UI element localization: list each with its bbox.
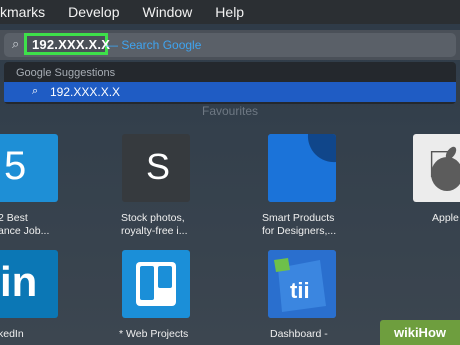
caption-line: Dashboard - [270,328,328,340]
smart-products-logo [268,134,336,202]
menu-develop[interactable]: Develop [68,4,119,20]
linkedin-icon: in [0,258,38,305]
search-icon: ⌕ [32,85,39,97]
tile-glyph: S [146,146,171,187]
favourite-tile-7[interactable]: tii [268,250,336,318]
caption-line: 2 Best [0,212,28,224]
search-icon: ⌕ [12,36,20,51]
toolbar: ⌕ 192.XXX.X.X — Search Google [0,30,460,60]
suggestions-dropdown: Google Suggestions ⌕ 192.XXX.X.X [4,62,456,104]
favourite-tile-1[interactable]: 5 [0,134,58,202]
svg-text:tii: tii [290,278,310,303]
menu-bar: kmarks Develop Window Help [0,0,460,24]
suggestions-header: Google Suggestions [16,67,116,79]
tile-glyph: 5 [4,144,27,188]
caption-line: kedIn [0,328,24,340]
favourite-tile-2[interactable]: S [122,134,190,202]
wikihow-watermark: wikiHow [380,320,460,345]
caption-line: * Web Projects [119,328,189,340]
suggestion-label: 192.XXX.X.X [50,85,121,99]
tile-caption: Smart Products for Designers,... [262,212,336,238]
menu-window[interactable]: Window [143,4,193,20]
address-input[interactable]: 192.XXX.X.X [32,37,110,52]
caption-line: Smart Products [262,212,335,224]
search-google-hint: — Search Google [106,38,202,52]
favourite-tile-3[interactable] [268,134,336,202]
caption-line: ance Job... [0,225,50,237]
favourite-tile-6[interactable] [122,250,190,318]
address-field[interactable]: ⌕ 192.XXX.X.X — Search Google [4,33,456,57]
dashboard-icon: tii [268,250,336,318]
caption-line: for Designers,... [262,225,337,237]
tile-caption: kedIn [0,328,24,341]
menu-help[interactable]: Help [215,4,244,20]
trello-icon [136,262,176,306]
tile-caption: Apple [432,212,459,225]
suggestion-item[interactable]: ⌕ 192.XXX.X.X [4,82,456,102]
favourite-tile-5[interactable]: in [0,250,58,318]
apple-logo-icon [431,146,460,191]
tile-caption: Stock photos, royalty-free i... [121,212,188,238]
tile-caption: * Web Projects [119,328,188,341]
menu-bookmarks[interactable]: kmarks [0,4,45,20]
favourites-heading: Favourites [201,104,259,118]
caption-line: Stock photos, [121,212,185,224]
favourite-tile-4[interactable]:  [413,134,460,202]
caption-line: Apple [432,212,459,224]
tile-caption: Dashboard - [270,328,328,341]
caption-line: royalty-free i... [121,225,188,237]
tile-caption: 2 Best ance Job... [0,212,49,238]
